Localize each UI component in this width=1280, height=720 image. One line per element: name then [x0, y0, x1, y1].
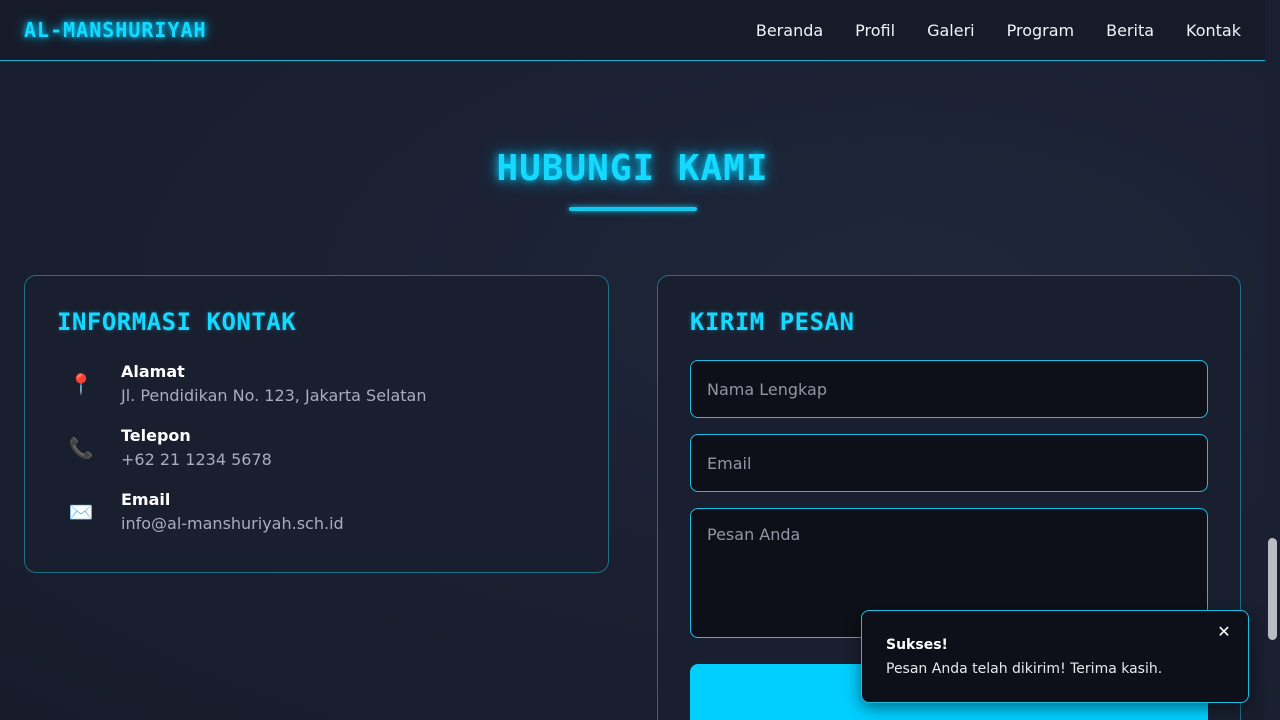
nav-link-galeri[interactable]: Galeri [927, 21, 975, 40]
name-input[interactable] [690, 360, 1208, 418]
info-label-email: Email [121, 490, 171, 509]
nav-link-beranda[interactable]: Beranda [756, 21, 823, 40]
info-item-address: 📍 Alamat Jl. Pendidikan No. 123, Jakarta… [57, 360, 576, 408]
navbar: AL-MANSHURIYAH Beranda Profil Galeri Pro… [0, 0, 1265, 61]
title-underline [569, 207, 697, 211]
map-pin-icon: 📍 [68, 372, 94, 396]
page-scrollbar[interactable] [1265, 0, 1280, 720]
phone-icon: 📞 [68, 436, 94, 460]
info-label-address: Alamat [121, 362, 185, 381]
contact-form-heading: KIRIM PESAN [690, 308, 855, 336]
close-icon[interactable]: ✕ [1214, 621, 1234, 641]
toast-title: Sukses! [886, 637, 948, 653]
section-title: HUBUNGI KAMI [496, 148, 769, 189]
envelope-icon: ✉️ [68, 500, 94, 524]
info-item-email: ✉️ Email info@al-manshuriyah.sch.id [57, 488, 576, 536]
success-toast: Sukses! Pesan Anda telah dikirim! Terima… [861, 610, 1249, 703]
info-value-phone: +62 21 1234 5678 [121, 450, 272, 469]
nav-menu: Beranda Profil Galeri Program Berita Kon… [756, 21, 1241, 40]
info-label-phone: Telepon [121, 426, 191, 445]
scrollbar-thumb[interactable] [1268, 538, 1277, 640]
info-value-address: Jl. Pendidikan No. 123, Jakarta Selatan [121, 386, 427, 405]
nav-link-kontak[interactable]: Kontak [1186, 21, 1241, 40]
nav-link-berita[interactable]: Berita [1106, 21, 1154, 40]
nav-link-program[interactable]: Program [1007, 21, 1075, 40]
contact-info-card: INFORMASI KONTAK 📍 Alamat Jl. Pendidikan… [24, 275, 609, 573]
toast-message: Pesan Anda telah dikirim! Terima kasih. [886, 661, 1163, 677]
info-item-phone: 📞 Telepon +62 21 1234 5678 [57, 424, 576, 472]
contact-info-heading: INFORMASI KONTAK [57, 308, 297, 336]
nav-link-profil[interactable]: Profil [855, 21, 895, 40]
site-logo[interactable]: AL-MANSHURIYAH [24, 18, 207, 42]
info-value-email: info@al-manshuriyah.sch.id [121, 514, 344, 533]
email-input[interactable] [690, 434, 1208, 492]
